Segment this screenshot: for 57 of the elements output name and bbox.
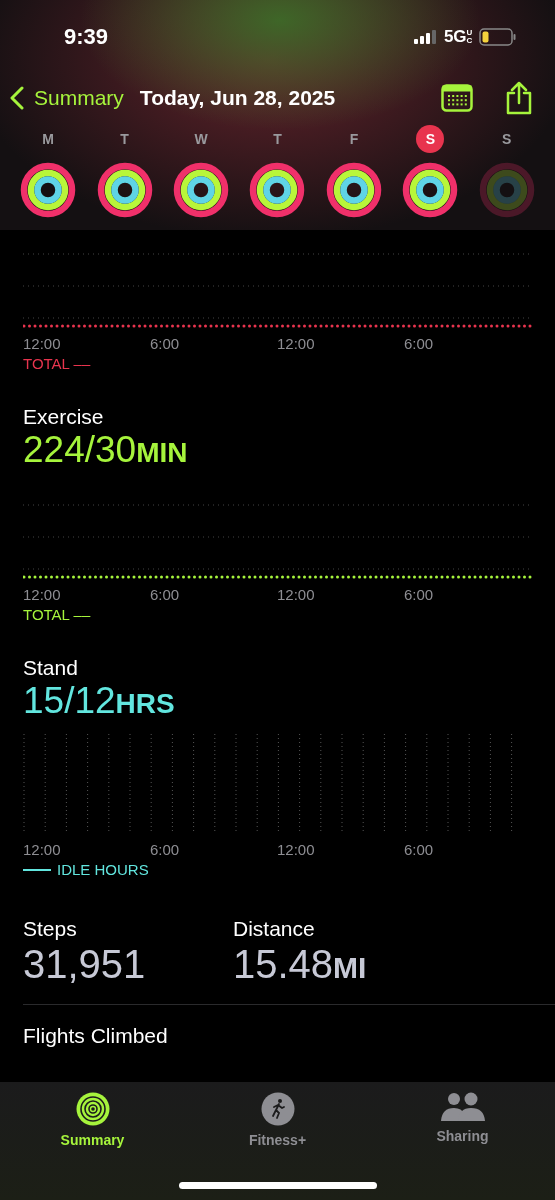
share-button[interactable]: [505, 81, 533, 115]
day-button[interactable]: T: [248, 125, 307, 219]
people-icon: [439, 1092, 486, 1122]
stat-label: Steps: [23, 916, 78, 942]
day-button[interactable]: T: [95, 125, 154, 219]
axis-label: 6:00: [404, 334, 435, 354]
axis-label: 6:00: [404, 840, 435, 860]
axis-label: 6:00: [150, 334, 181, 354]
day-letter: S: [416, 125, 445, 153]
calendar-button[interactable]: [441, 84, 473, 112]
legend-label: TOTAL ––: [23, 354, 91, 374]
day-button[interactable]: W: [172, 125, 231, 219]
legend-label: TOTAL ––: [23, 605, 91, 625]
activity-rings-icon: [75, 1092, 110, 1126]
day-letter: S: [501, 130, 513, 149]
network-label: 5G: [443, 27, 467, 47]
day-button[interactable]: S: [477, 125, 536, 219]
day-button[interactable]: F: [324, 125, 383, 219]
axis-label: 12:00: [23, 585, 62, 605]
metric-value: 15/12HRS: [23, 681, 176, 723]
status-time: 9:39: [64, 24, 110, 50]
tab-item[interactable]: Fitness+: [185, 1092, 370, 1148]
axis-label: 12:00: [277, 585, 316, 605]
stat-label: Flights Climbed: [23, 1023, 169, 1049]
back-button[interactable]: Summary: [10, 86, 124, 110]
stat-label: Distance: [233, 916, 316, 942]
axis-label: 12:00: [23, 334, 62, 354]
signal-icon: [413, 30, 436, 44]
axis-label: 6:00: [404, 585, 435, 605]
day-letter: M: [41, 130, 56, 149]
network-suffix-label: UC: [466, 29, 471, 45]
chevron-left-icon: [10, 86, 24, 110]
tab-item[interactable]: Sharing: [370, 1092, 555, 1148]
day-letter: F: [348, 130, 360, 149]
stat-value: 15.48MI: [233, 942, 368, 988]
metric-title: Exercise: [23, 404, 105, 430]
day-button[interactable]: S: [401, 125, 460, 219]
stat-value: 31,951: [23, 942, 147, 986]
day-letter: T: [119, 130, 130, 149]
day-button[interactable]: M: [19, 125, 78, 219]
date-title: Today, Jun 28, 2025: [139, 86, 337, 110]
tab-item[interactable]: Summary: [0, 1092, 185, 1148]
day-letter: W: [193, 130, 209, 149]
axis-label: 12:00: [23, 840, 62, 860]
calendar-icon: [441, 84, 473, 112]
legend-line: [23, 869, 51, 871]
metric-title: Stand: [23, 655, 79, 681]
runner-icon: [260, 1092, 295, 1126]
share-icon: [505, 81, 533, 115]
axis-label: 12:00: [277, 840, 316, 860]
metric-value: 224/30MIN: [23, 430, 189, 472]
axis-label: 6:00: [150, 585, 181, 605]
legend-label: IDLE HOURS: [57, 860, 149, 880]
axis-label: 12:00: [277, 334, 316, 354]
day-letter: T: [272, 130, 283, 149]
axis-label: 6:00: [150, 840, 181, 860]
battery-icon: [479, 28, 517, 46]
